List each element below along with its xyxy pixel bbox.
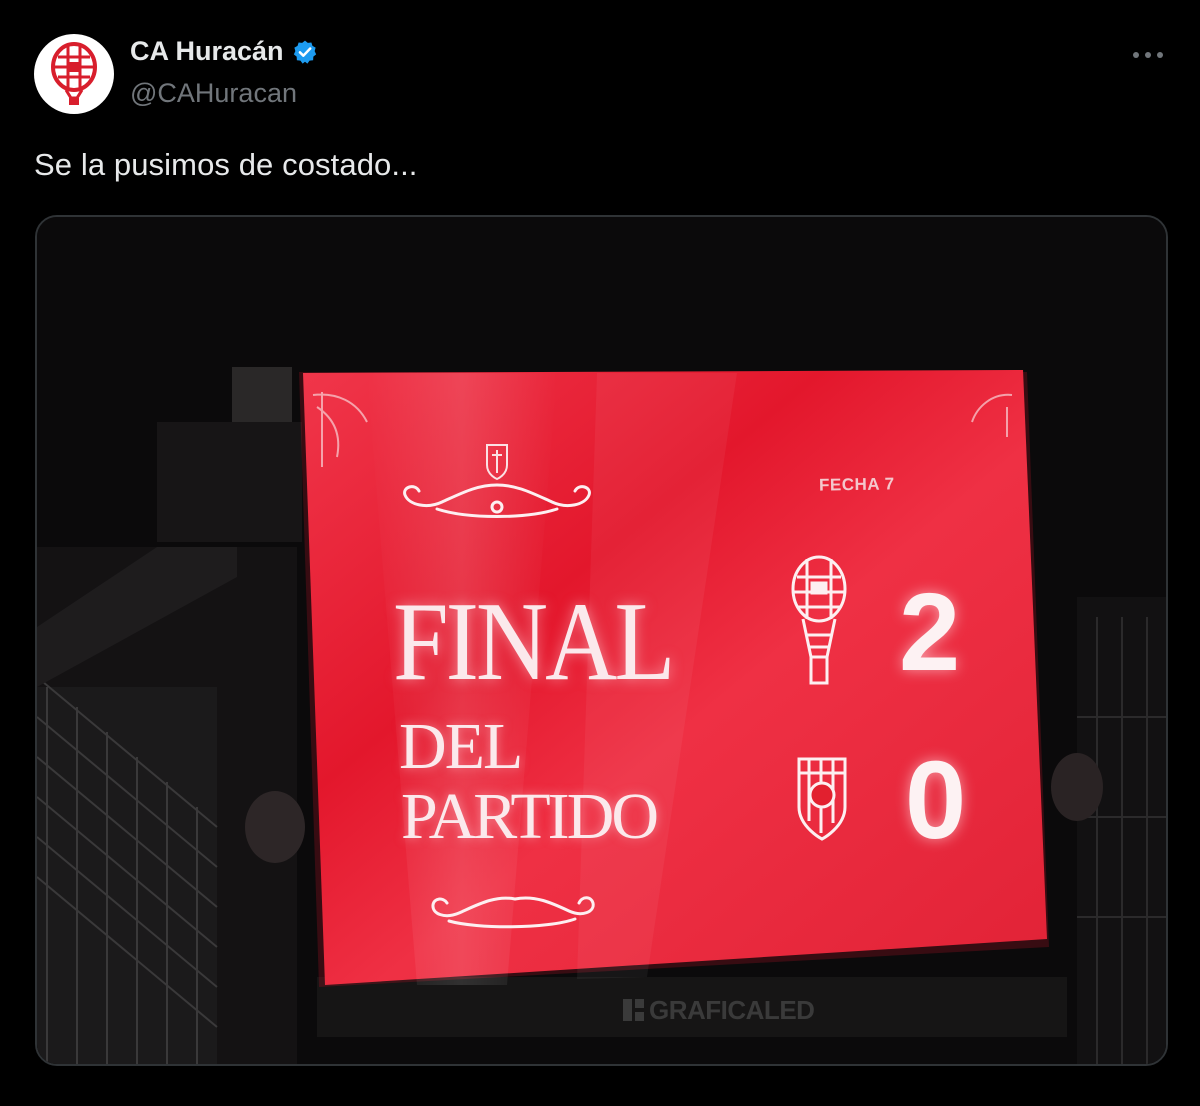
avatar[interactable] [34,34,114,114]
author-name-row: CA Huracán [130,36,318,67]
scoreboard-title-del: DEL [399,710,523,783]
scoreboard-title-final: FINAL [393,579,675,704]
round-label: FECHA 7 [818,474,895,495]
author-display-name[interactable]: CA Huracán [130,36,284,67]
tweet: CA Huracán @CAHuracan Se la pusimos de c… [0,0,1200,1106]
author-handle[interactable]: @CAHuracan [130,78,297,109]
huracan-balloon-crest-icon [51,42,97,105]
tweet-media-photo[interactable]: FECHA 7 FINAL DEL PARTIDO 2 0 GRAFICALED [35,215,1168,1066]
away-score: 0 [905,739,967,862]
verified-badge-icon [292,39,318,65]
tweet-text: Se la pusimos de costado... [34,147,418,182]
sponsor-label: GRAFICALED [649,995,815,1025]
scoreboard-title-partido: PARTIDO [401,780,659,853]
home-score: 2 [899,571,961,694]
more-options-icon[interactable] [1130,40,1166,70]
